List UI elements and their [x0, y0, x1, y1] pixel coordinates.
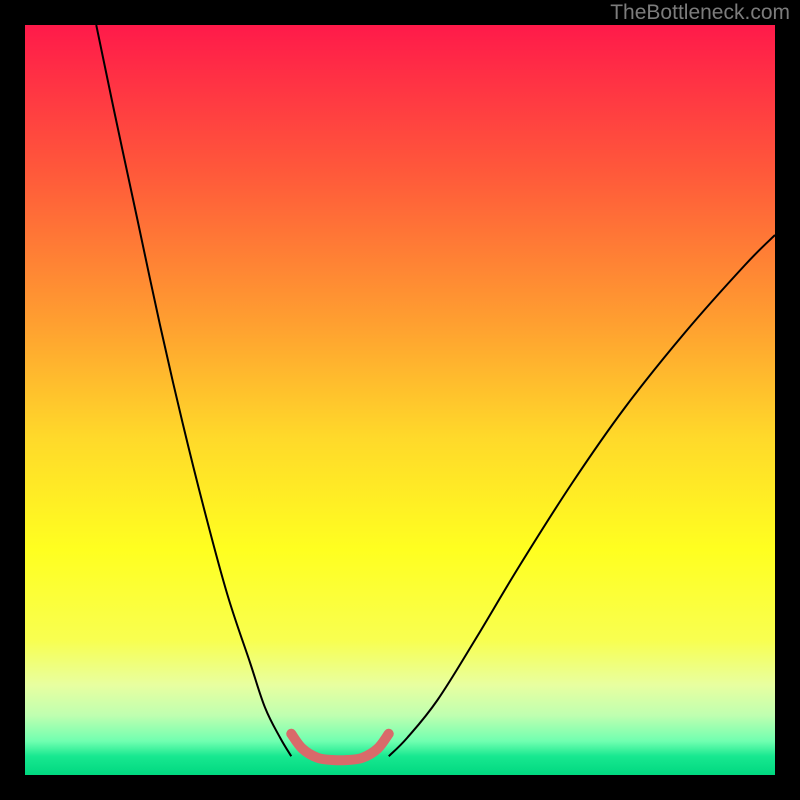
- chart-frame: [25, 25, 775, 775]
- curve-plot: [25, 25, 775, 775]
- watermark-text: TheBottleneck.com: [610, 1, 790, 25]
- curve-trough: [291, 734, 389, 761]
- curve-left-descent: [96, 25, 291, 756]
- curve-right-ascent: [389, 235, 775, 756]
